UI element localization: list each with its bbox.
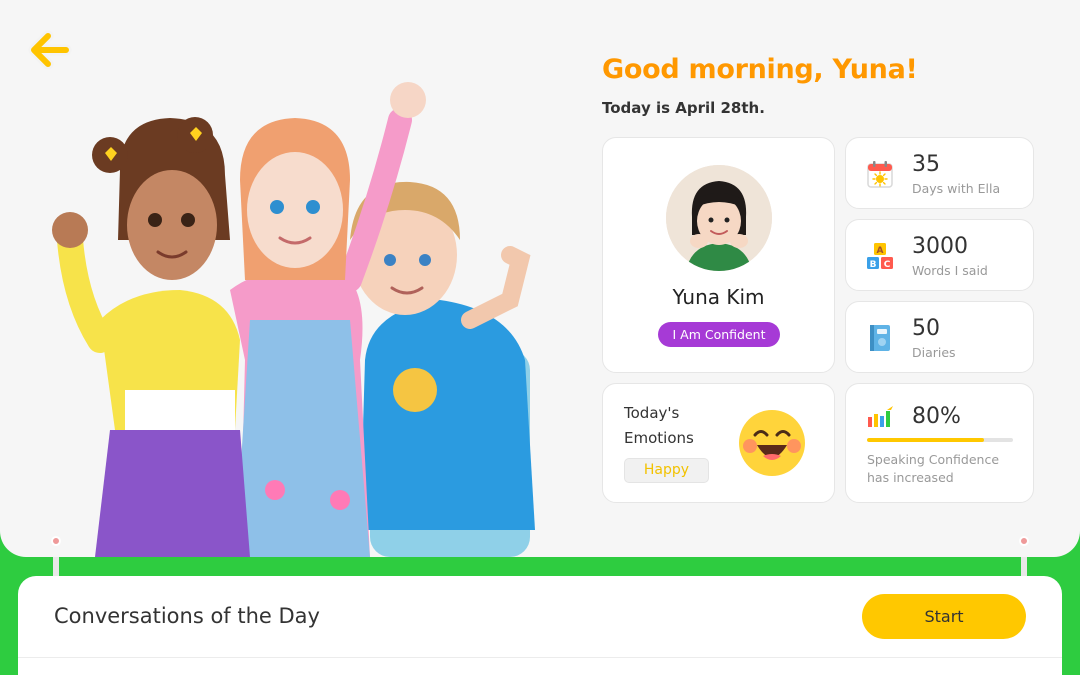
confidence-progress-fill [867, 438, 984, 442]
stat-value-days: 35 [912, 152, 940, 177]
confidence-value: 80% [912, 404, 961, 429]
emotion-value-badge: Happy [624, 458, 709, 483]
diary-icon [870, 325, 890, 351]
greeting-heading: Good morning, Yuna! [602, 54, 918, 85]
bar-chart-icon [868, 406, 893, 427]
svg-text:A: A [877, 246, 884, 256]
emotion-title: Today's Emotions [624, 404, 694, 447]
stat-value-diaries: 50 [912, 316, 940, 341]
confidence-label: Speaking Confidence has increased [867, 452, 1000, 485]
svg-text:C: C [884, 260, 891, 270]
calendar-icon [867, 161, 893, 188]
stat-card-diaries[interactable]: 50 Diaries [845, 301, 1034, 373]
abc-blocks-icon: A B C [867, 243, 893, 270]
confidence-progress-bar [867, 438, 1013, 442]
laughing-face-icon [739, 410, 805, 476]
stat-label-diaries: Diaries [912, 345, 956, 360]
start-button[interactable]: Start [862, 594, 1026, 639]
stat-label-words: Words I said [912, 263, 988, 278]
confidence-card[interactable]: 80% Speaking Confidence has increased [845, 383, 1034, 503]
left-post [53, 557, 59, 577]
stat-label-days: Days with Ella [912, 181, 1001, 196]
characters-illustration [52, 82, 535, 557]
stat-card-words[interactable]: A B C 3000 Words I said [845, 219, 1034, 291]
confident-badge: I Am Confident [658, 322, 780, 347]
right-pin [1019, 536, 1029, 546]
top-panel: Good morning, Yuna! Today is April 28th.… [0, 0, 1080, 557]
profile-card[interactable]: Yuna Kim I Am Confident [602, 137, 835, 373]
left-pin [51, 536, 61, 546]
conversations-title: Conversations of the Day [54, 604, 320, 628]
stat-card-days[interactable]: 35 Days with Ella [845, 137, 1034, 209]
right-post [1021, 557, 1027, 577]
emotion-card[interactable]: Today's Emotions Happy [602, 383, 835, 503]
date-text: Today is April 28th. [602, 99, 765, 117]
divider [18, 657, 1062, 658]
svg-text:B: B [870, 260, 877, 270]
avatar [666, 165, 772, 271]
conversations-panel: Conversations of the Day Start [18, 576, 1062, 675]
profile-name: Yuna Kim [672, 285, 765, 309]
stat-value-words: 3000 [912, 234, 968, 259]
